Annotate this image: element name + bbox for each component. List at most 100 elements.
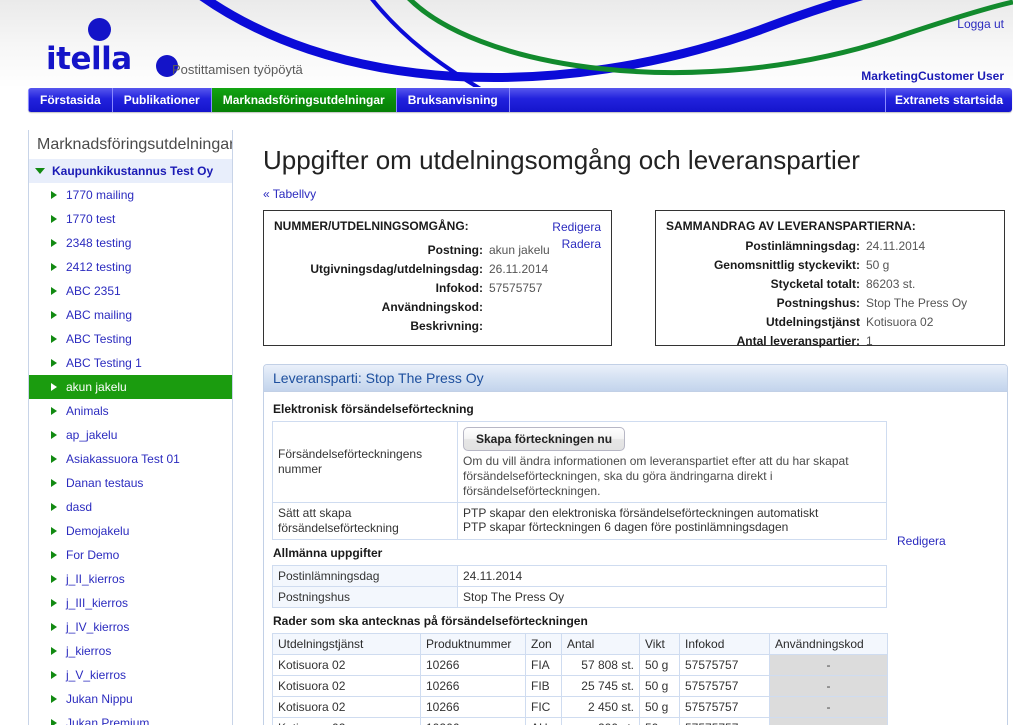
delete-round-link[interactable]: Radera	[552, 236, 601, 253]
main-content: Uppgifter om utdelningsomgång och levera…	[255, 130, 1013, 725]
general-info-table: Postinlämningsdag 24.11.2014 Postningshu…	[272, 565, 887, 608]
chevron-right-icon[interactable]	[51, 383, 57, 391]
detail-row: Postinlämningsdag: 24.11.2014	[666, 237, 994, 256]
consignment-rows-table: Utdelningstjänst Produktnummer Zon Antal…	[272, 633, 888, 725]
chevron-right-icon[interactable]	[51, 239, 57, 247]
electronic-list-number-cell: Skapa förteckningen nu Om du vill ändra …	[457, 421, 887, 503]
detail-value: akun jakelu	[489, 243, 550, 257]
general-info-value: Stop The Press Oy	[457, 586, 887, 608]
sidebar-item-abc-2351[interactable]: ABC 2351	[29, 279, 232, 303]
detail-value: 26.11.2014	[489, 262, 549, 276]
site-header: itella Postittamisen työpöytä Logga ut M…	[0, 0, 1013, 88]
back-link-row: « Tabellvy	[263, 187, 1013, 201]
detail-row: Utdelningstjänst Kotisuora 02	[666, 313, 994, 332]
sidebar-item-abc-testing-1[interactable]: ABC Testing 1	[29, 351, 232, 375]
detail-label: Utgivningsdag/utdelningsdag:	[310, 262, 483, 276]
sidebar-item-j-iii-kierros[interactable]: j_III_kierros	[29, 591, 232, 615]
sidebar-item-for-demo[interactable]: For Demo	[29, 543, 232, 567]
edit-electronic-list-link[interactable]: Redigera	[897, 534, 946, 548]
nav-tab-forstasida[interactable]: Förstasida	[28, 88, 113, 112]
sidebar-item-j-kierros[interactable]: j_kierros	[29, 639, 232, 663]
chevron-right-icon[interactable]	[51, 263, 57, 271]
sidebar-item-j-ii-kierros[interactable]: j_II_kierros	[29, 567, 232, 591]
sidebar-tree-root-kaupunkikustannus[interactable]: Kaupunkikustannus Test Oy	[29, 159, 232, 183]
create-consignment-list-button[interactable]: Skapa förteckningen nu	[463, 427, 626, 451]
sidebar-item-ap-jakelu[interactable]: ap_jakelu	[29, 423, 232, 447]
sidebar-tree-root-label: Kaupunkikustannus Test Oy	[52, 164, 214, 178]
chevron-right-icon[interactable]	[51, 335, 57, 343]
nav-tab-marknadsforingsutdelningar[interactable]: Marknadsföringsutdelningar	[211, 88, 397, 112]
cell-anvandningskod: -	[769, 696, 888, 718]
cell-utdelningstjanst: Kotisuora 02	[272, 675, 421, 697]
edit-round-link[interactable]: Redigera	[552, 219, 601, 236]
chevron-right-icon[interactable]	[51, 695, 57, 703]
sidebar-item-j-v-kierros[interactable]: j_V_kierros	[29, 663, 232, 687]
cell-vikt: 50 g	[639, 717, 680, 725]
sidebar-item-2412-testing[interactable]: 2412 testing	[29, 255, 232, 279]
chevron-right-icon[interactable]	[51, 359, 57, 367]
nav-tab-label: Bruksanvisning	[407, 93, 498, 107]
sidebar-item-jukan-nippu[interactable]: Jukan Nippu	[29, 687, 232, 711]
cell-anvandningskod: -	[769, 654, 888, 676]
chevron-right-icon[interactable]	[51, 191, 57, 199]
chevron-right-icon[interactable]	[51, 551, 57, 559]
chevron-right-icon[interactable]	[51, 527, 57, 535]
table-header-row: Utdelningstjänst Produktnummer Zon Antal…	[272, 633, 888, 655]
cell-produktnummer: 10266	[420, 717, 526, 725]
sidebar-item-label: j_IV_kierros	[66, 620, 130, 634]
detail-value	[489, 298, 550, 317]
chevron-right-icon[interactable]	[51, 671, 57, 679]
chevron-right-icon[interactable]	[51, 479, 57, 487]
chevron-right-icon[interactable]	[51, 431, 57, 439]
table-row: Postinlämningsdag 24.11.2014	[272, 565, 887, 587]
itella-logo[interactable]: itella	[46, 18, 186, 77]
chevron-right-icon[interactable]	[51, 623, 57, 631]
sidebar-item-dasd[interactable]: dasd	[29, 495, 232, 519]
sidebar-item-animals[interactable]: Animals	[29, 399, 232, 423]
detail-label: Postningshus:	[776, 296, 860, 310]
chevron-right-icon[interactable]	[51, 647, 57, 655]
consignment-summary-heading: SAMMANDRAG AV LEVERANSPARTIERNA:	[666, 219, 916, 233]
sidebar-item-abc-testing[interactable]: ABC Testing	[29, 327, 232, 351]
nav-tab-bruksanvisning[interactable]: Bruksanvisning	[397, 88, 510, 112]
sidebar-title: Marknadsföringsutdelningar	[29, 130, 232, 159]
electronic-list-hint: Om du vill ändra informationen om levera…	[463, 454, 849, 498]
current-user-label: MarketingCustomer User	[861, 69, 1004, 83]
nav-extranet-home-link[interactable]: Extranets startsida	[884, 88, 1012, 112]
application-page: itella Postittamisen työpöytä Logga ut M…	[0, 0, 1013, 725]
general-info-label: Postningshus	[272, 586, 458, 608]
chevron-right-icon[interactable]	[51, 575, 57, 583]
sidebar-item-jukan-premium[interactable]: Jukan Premium	[29, 711, 232, 725]
sidebar-item-label: Animals	[66, 404, 109, 418]
chevron-down-icon[interactable]	[35, 168, 45, 174]
sidebar-item-demojakelu[interactable]: Demojakelu	[29, 519, 232, 543]
sidebar-item-abc-mailing[interactable]: ABC mailing	[29, 303, 232, 327]
detail-value: 24.11.2014	[866, 239, 926, 253]
sidebar-item-1770-test[interactable]: 1770 test	[29, 207, 232, 231]
chevron-right-icon[interactable]	[51, 455, 57, 463]
cell-utdelningstjanst: Kotisuora 02	[272, 717, 421, 725]
back-to-table-view-link[interactable]: « Tabellvy	[263, 187, 316, 201]
chevron-right-icon[interactable]	[51, 503, 57, 511]
sidebar-item-label: j_II_kierros	[66, 572, 125, 586]
detail-label: Infokod:	[435, 281, 483, 295]
sidebar-item-label: ABC mailing	[66, 308, 133, 322]
sidebar-item-1770-mailing[interactable]: 1770 mailing	[29, 183, 232, 207]
chevron-right-icon[interactable]	[51, 407, 57, 415]
chevron-right-icon[interactable]	[51, 599, 57, 607]
nav-tab-publikationer[interactable]: Publikationer	[113, 88, 212, 112]
cell-produktnummer: 10266	[420, 675, 526, 697]
logout-link[interactable]: Logga ut	[957, 17, 1004, 31]
detail-label: Genomsnittlig styckevikt:	[713, 258, 860, 272]
detail-label: Användningskod:	[381, 300, 483, 314]
sidebar-item-asiakassuora-test-01[interactable]: Asiakassuora Test 01	[29, 447, 232, 471]
sidebar-item-2348-testing[interactable]: 2348 testing	[29, 231, 232, 255]
cell-utdelningstjanst: Kotisuora 02	[272, 654, 421, 676]
chevron-right-icon[interactable]	[51, 287, 57, 295]
chevron-right-icon[interactable]	[51, 215, 57, 223]
chevron-right-icon[interactable]	[51, 311, 57, 319]
sidebar-item-akun-jakelu[interactable]: akun jakelu	[29, 375, 232, 399]
sidebar-item-danan-testaus[interactable]: Danan testaus	[29, 471, 232, 495]
sidebar-item-j-iv-kierros[interactable]: j_IV_kierros	[29, 615, 232, 639]
chevron-right-icon[interactable]	[51, 719, 57, 725]
